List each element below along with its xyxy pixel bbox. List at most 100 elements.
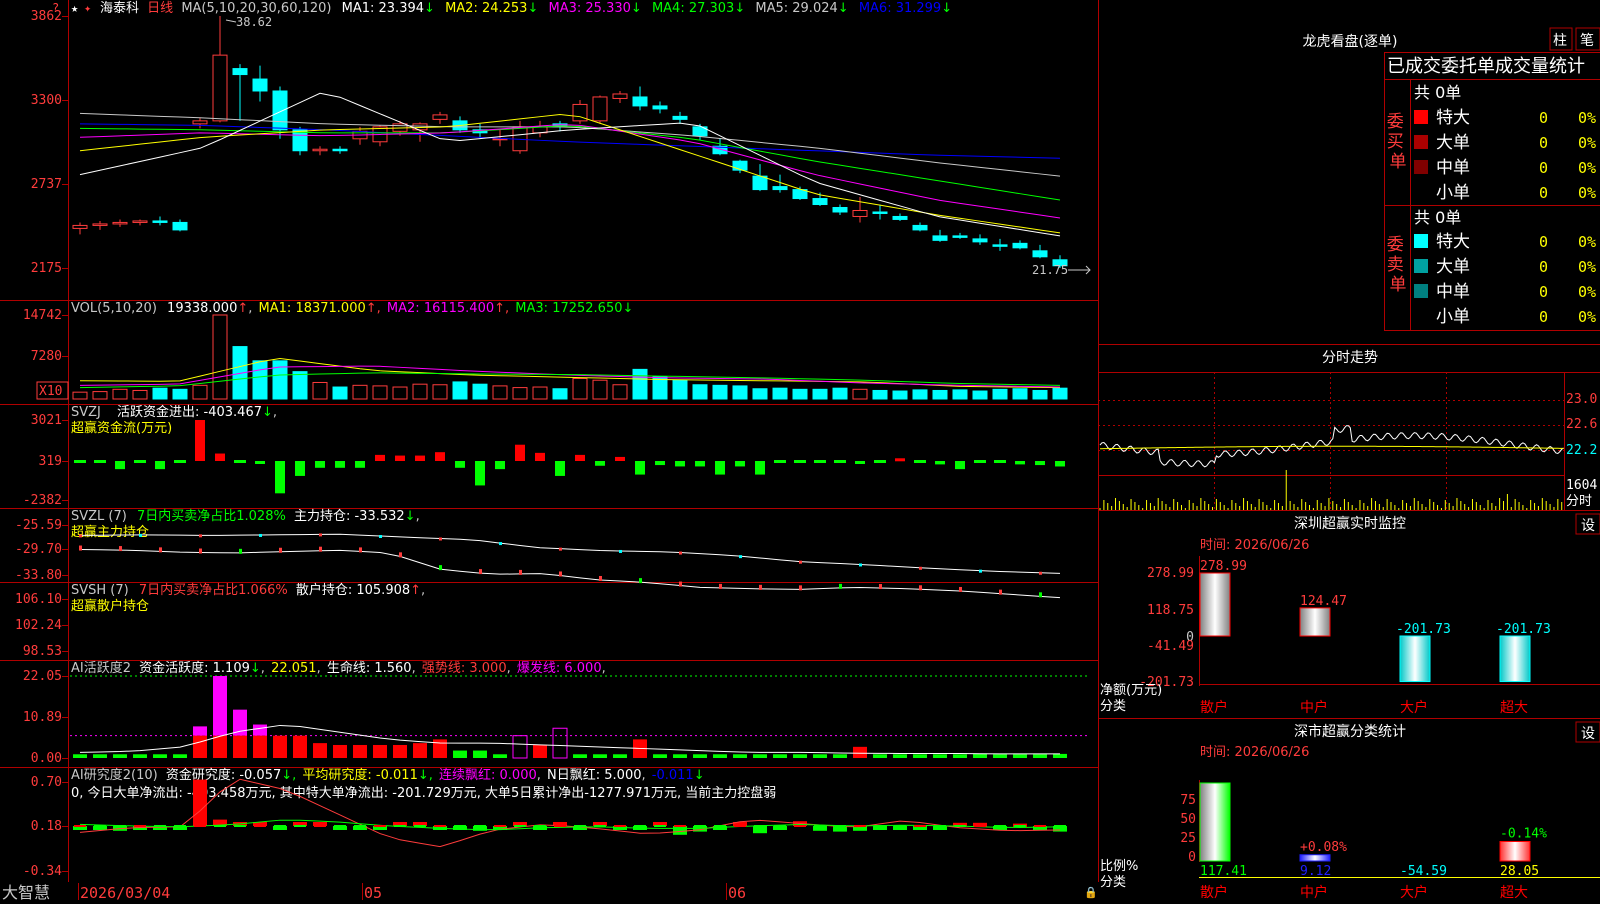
vol-unit: X10 xyxy=(39,384,62,399)
activity-bar xyxy=(853,746,867,758)
activity-bar xyxy=(73,754,87,758)
svsh-label: SVSH (7) xyxy=(71,583,129,598)
activity-bar xyxy=(793,754,807,758)
fund-flow-bar xyxy=(195,420,205,461)
activity-bar xyxy=(213,735,227,758)
ai-research-label: AI研究度2(10) xyxy=(71,767,158,783)
volume-bar xyxy=(632,368,648,400)
candle-body xyxy=(632,96,648,107)
activity-bar xyxy=(1053,753,1067,758)
fund-flow-bar xyxy=(455,461,465,468)
ai-research-axis-label: -0.34 xyxy=(23,864,62,879)
volume-bar xyxy=(992,388,1008,400)
candle-body xyxy=(892,215,908,220)
monitor-category: 大户 xyxy=(1400,699,1428,716)
research-baseline-dash xyxy=(334,825,346,827)
research-baseline-dash xyxy=(1014,825,1026,827)
class-bar-value: 28.05 xyxy=(1500,864,1539,879)
tag-icon[interactable]: ✦ xyxy=(84,1,91,15)
fund-flow-dash xyxy=(174,460,186,463)
class-unit-2: 分类 xyxy=(1100,875,1126,890)
retail-holding-dot xyxy=(359,547,362,553)
lock-icon[interactable]: 🔒 xyxy=(1084,886,1098,899)
fund-flow-bar xyxy=(335,461,345,468)
order-row-swatch xyxy=(1414,234,1428,248)
research-baseline-dash xyxy=(934,825,946,827)
monitor-bar-label: -201.73 xyxy=(1396,622,1451,637)
activity-bar xyxy=(113,754,127,758)
activity-bar xyxy=(453,750,467,758)
vol-ma2: MA2: 16115.400 xyxy=(387,301,494,316)
fund-flow-bar xyxy=(495,461,505,470)
main-holding-dot xyxy=(679,551,682,555)
ai-active-label: AI活跃度2 xyxy=(71,660,131,676)
class-category: 超大 xyxy=(1500,885,1528,900)
candle-body xyxy=(912,224,928,231)
ma-arrow: ↓ xyxy=(424,1,435,16)
main-holding-dot xyxy=(559,547,562,551)
order-row-name: 中单 xyxy=(1436,282,1470,302)
order-row-name: 大单 xyxy=(1436,133,1470,153)
chart-canvas[interactable]: 3862 3300 2737 2175 14742 7280 X10 3021 … xyxy=(0,0,1600,902)
activity-bar xyxy=(1033,754,1047,758)
monitor-time: 时间: 2026/06/26 xyxy=(1200,538,1309,553)
candle-body xyxy=(772,186,788,191)
volume-bar xyxy=(912,389,928,400)
ai-research-axis-label: 0.70 xyxy=(31,775,62,790)
fund-flow-bar xyxy=(895,458,905,462)
volume-bar xyxy=(612,384,628,400)
candle-body xyxy=(232,68,248,76)
fund-flow-dash xyxy=(94,460,106,463)
research-baseline-dash xyxy=(294,825,306,827)
favorite-star-icon[interactable]: ★ xyxy=(71,1,78,15)
research-baseline-dash xyxy=(94,825,106,827)
research-baseline-dash xyxy=(534,825,546,827)
volume-bar xyxy=(192,384,208,400)
main-holding-dot xyxy=(379,534,382,538)
retail-holding-dot xyxy=(759,584,762,590)
volume-bar xyxy=(332,386,348,400)
monitor-category: 超大 xyxy=(1500,700,1528,716)
month-06[interactable]: 06 xyxy=(728,884,746,902)
order-row-qty: 0 xyxy=(1539,109,1548,127)
retail-holding-dot xyxy=(319,546,322,552)
volume-bar xyxy=(112,388,128,400)
ma-arrow: ↓ xyxy=(838,1,849,16)
research-bar xyxy=(193,779,207,826)
ai-research-header: AI研究度2(10) 资金研究度: -0.057↓, 平均研究度: -0.011… xyxy=(71,767,705,783)
svsh-subtitle: 超赢散户持仓 xyxy=(71,598,149,614)
volume-bar xyxy=(892,390,908,400)
alert-icon[interactable]: ? xyxy=(52,1,59,15)
volume-bar xyxy=(932,389,948,400)
svzl-axis-label: -33.80 xyxy=(15,568,62,583)
ai-active-strong: 强势线: 3.000 xyxy=(422,660,507,676)
main-holding-dot xyxy=(439,537,442,541)
research-baseline-dash xyxy=(694,825,706,827)
volume-bar xyxy=(252,360,268,400)
candle-body xyxy=(112,221,128,225)
candle-body xyxy=(412,123,428,131)
month-05[interactable]: 05 xyxy=(364,884,382,902)
candle-body xyxy=(212,54,228,122)
sell-side-label: 委 卖 单 xyxy=(1387,235,1409,295)
research-baseline-dash xyxy=(114,825,126,827)
monitor-bar xyxy=(1199,572,1231,637)
main-holding-dot xyxy=(799,560,802,564)
svzl-ratio: 7日内买卖净占比1.028% xyxy=(137,508,286,524)
vol-ma-arrow: ↑, xyxy=(494,301,509,316)
research-baseline-dash xyxy=(74,825,86,827)
date-start[interactable]: 2026/03/04 xyxy=(80,884,170,902)
candle-body xyxy=(812,198,828,206)
activity-bar xyxy=(653,754,667,758)
svzj-subtitle: 超赢资金流(万元) xyxy=(71,420,172,436)
activity-bar xyxy=(253,735,267,758)
retail-holding-dot xyxy=(79,545,82,551)
order-row-swatch xyxy=(1414,135,1428,149)
volume-bar xyxy=(572,377,588,400)
class-axis-label: 50 xyxy=(1180,812,1196,827)
research-baseline-dash xyxy=(634,825,646,827)
monitor-bar xyxy=(1499,635,1531,683)
main-holding-dot xyxy=(619,549,622,553)
fund-flow-bar xyxy=(615,456,625,461)
fund-flow-dash xyxy=(994,460,1006,463)
